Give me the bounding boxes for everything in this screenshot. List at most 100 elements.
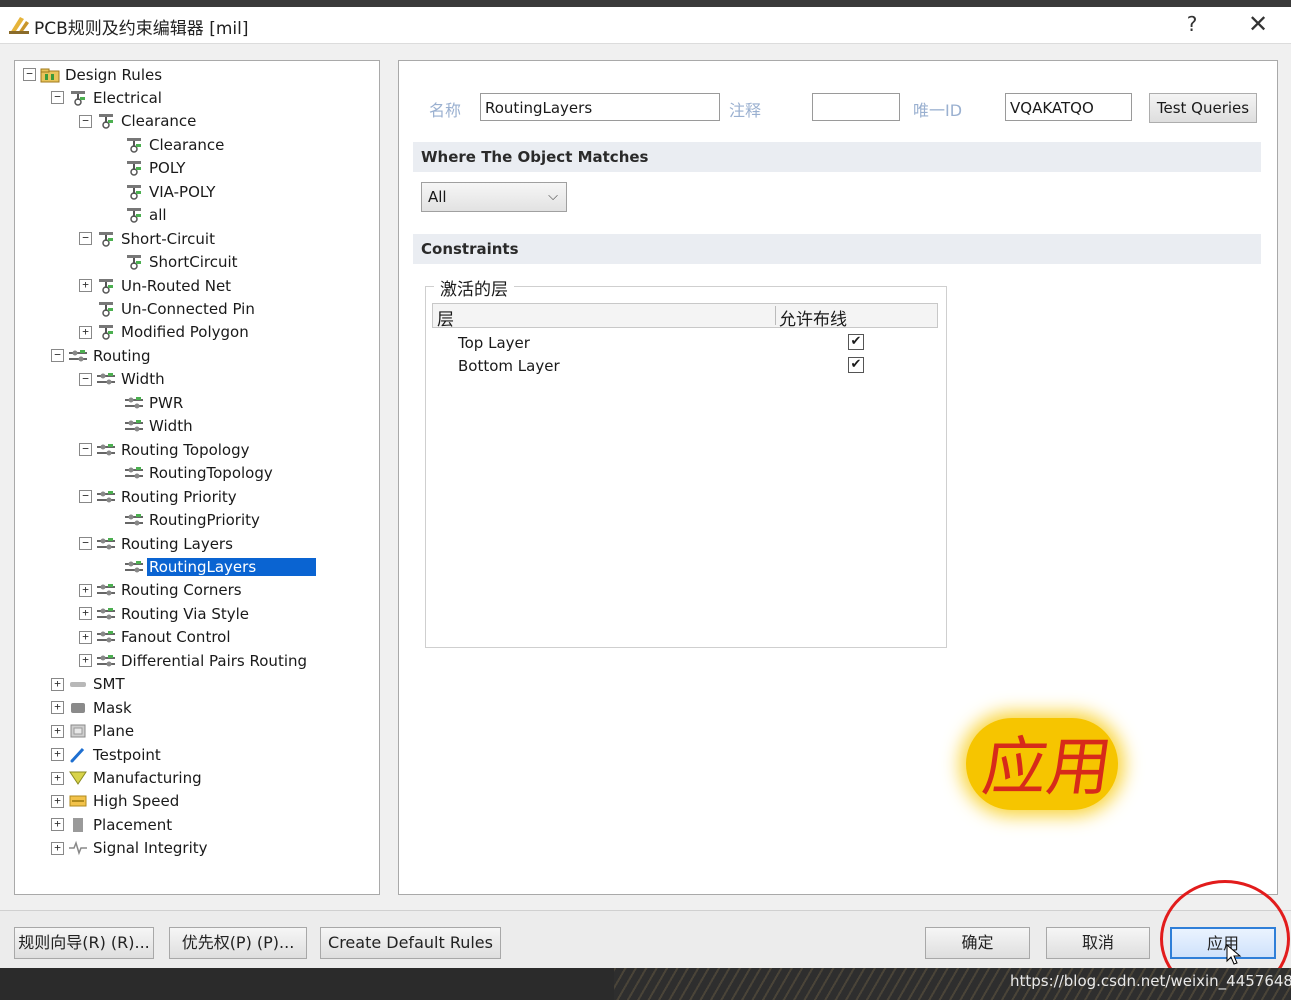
tree-node[interactable]: − Routing Priority xyxy=(79,485,239,507)
routing-icon xyxy=(124,512,144,528)
rule-wizard-button[interactable]: 规则向导(R) (R)... xyxy=(14,927,154,959)
tree-node-label: Electrical xyxy=(93,88,162,107)
collapse-icon[interactable]: − xyxy=(51,349,64,363)
collapse-icon[interactable]: − xyxy=(79,443,92,457)
tree-node[interactable]: PWR xyxy=(107,391,185,413)
unique-id-label: 唯一ID xyxy=(913,101,963,120)
tree-node-label: Un-Routed Net xyxy=(121,276,232,295)
expand-icon[interactable]: + xyxy=(51,724,64,738)
expand-icon[interactable]: + xyxy=(51,748,64,762)
expand-icon[interactable]: + xyxy=(79,654,92,668)
routing-icon xyxy=(96,536,116,552)
tree-node[interactable]: − Routing Topology xyxy=(79,438,252,460)
tree-node[interactable]: + SMT xyxy=(51,673,127,695)
close-button[interactable]: ✕ xyxy=(1238,9,1278,39)
tree-node[interactable]: RoutingLayers xyxy=(107,555,317,577)
tree-node[interactable]: − Clearance xyxy=(79,110,198,132)
expand-icon[interactable]: + xyxy=(51,794,64,808)
tree-node[interactable]: RoutingTopology xyxy=(107,462,275,484)
comment-input[interactable] xyxy=(812,93,900,121)
tree-node[interactable]: VIA-POLY xyxy=(107,180,217,202)
name-label: 名称 xyxy=(429,101,462,120)
expand-icon[interactable]: + xyxy=(51,841,64,855)
tree-node[interactable]: + Routing Via Style xyxy=(79,602,251,624)
tree-node[interactable]: Width xyxy=(107,415,195,437)
cancel-button[interactable]: 取消 xyxy=(1046,927,1150,959)
tree-node-label: Signal Integrity xyxy=(93,839,208,858)
tree-node[interactable]: + Fanout Control xyxy=(79,626,233,648)
tree-node[interactable]: RoutingPriority xyxy=(107,509,262,531)
tree-node[interactable]: + Differential Pairs Routing xyxy=(79,649,309,671)
collapse-icon[interactable]: − xyxy=(79,372,92,386)
tree-node[interactable]: − Width xyxy=(79,368,167,390)
allow-routing-checkbox[interactable]: ✔ xyxy=(848,334,864,350)
tree-node-label: Un-Connected Pin xyxy=(121,300,255,318)
allow-routing-checkbox[interactable]: ✔ xyxy=(848,357,864,373)
routing-icon xyxy=(96,606,116,622)
tree-node[interactable]: + Testpoint xyxy=(51,743,163,765)
tree-node[interactable]: all xyxy=(107,204,169,226)
plane-icon xyxy=(68,723,88,739)
collapse-icon[interactable]: − xyxy=(23,68,36,81)
where-combo[interactable]: All ⌵ xyxy=(421,182,567,212)
test-queries-button[interactable]: Test Queries xyxy=(1149,93,1257,123)
layer-name: Top Layer xyxy=(458,334,530,352)
collapse-icon[interactable]: − xyxy=(51,91,64,105)
tree-node[interactable]: − Design Rules xyxy=(23,63,164,85)
expand-icon[interactable]: + xyxy=(51,771,64,785)
tree-node[interactable]: Un-Connected Pin xyxy=(79,298,257,320)
tree-node[interactable]: + Modified Polygon xyxy=(79,321,251,343)
tree-node-label: all xyxy=(149,206,167,225)
tree-node[interactable]: ShortCircuit xyxy=(107,251,240,273)
column-allow-routing[interactable]: 允许布线 xyxy=(779,305,847,330)
comment-label: 注释 xyxy=(729,101,762,120)
tree-node-label: Clearance xyxy=(149,135,225,154)
unique-id-input[interactable]: VQAKATQO xyxy=(1005,93,1132,121)
tree-node[interactable]: + Manufacturing xyxy=(51,767,204,789)
expand-icon[interactable]: + xyxy=(79,279,92,293)
collapse-icon[interactable]: − xyxy=(79,232,92,246)
tree-node-label: Routing xyxy=(93,346,151,365)
expand-icon[interactable]: + xyxy=(51,677,64,691)
electrical-icon xyxy=(96,278,116,294)
tree-node[interactable]: − Routing xyxy=(51,344,153,366)
tree-node[interactable]: + Un-Routed Net xyxy=(79,274,233,296)
routing-icon xyxy=(96,442,116,458)
signal-icon xyxy=(68,840,88,856)
tree-node[interactable]: − Electrical xyxy=(51,86,164,108)
tree-node[interactable]: + Routing Corners xyxy=(79,579,244,601)
tree-node-label: Width xyxy=(121,370,165,389)
priorities-button[interactable]: 优先权(P) (P)... xyxy=(169,927,307,959)
constraints-section-header: Constraints xyxy=(413,234,1261,264)
tree-node[interactable]: − Short-Circuit xyxy=(79,227,217,249)
layers-grid-header: 层 允许布线 xyxy=(432,303,938,330)
expand-icon[interactable]: + xyxy=(79,583,92,597)
routing-icon xyxy=(124,418,144,434)
collapse-icon[interactable]: − xyxy=(79,114,92,128)
collapse-icon[interactable]: − xyxy=(79,490,92,504)
expand-icon[interactable]: + xyxy=(79,630,92,644)
tree-node-label: RoutingPriority xyxy=(149,511,260,530)
tree-node[interactable]: − Routing Layers xyxy=(79,532,235,554)
help-button[interactable]: ? xyxy=(1172,9,1212,39)
tree-node[interactable]: + Signal Integrity xyxy=(51,837,210,859)
ok-button[interactable]: 确定 xyxy=(925,927,1030,959)
column-layer[interactable]: 层 xyxy=(437,305,454,330)
name-input[interactable]: RoutingLayers xyxy=(480,93,720,121)
tree-node[interactable]: POLY xyxy=(107,157,187,179)
tree-node[interactable]: + Placement xyxy=(51,813,174,835)
expand-icon[interactable]: + xyxy=(51,701,64,715)
active-layers-title: 激活的层 xyxy=(434,275,514,300)
collapse-icon[interactable]: − xyxy=(79,537,92,550)
expand-icon[interactable]: + xyxy=(51,818,64,832)
create-default-rules-button[interactable]: Create Default Rules xyxy=(320,927,501,959)
tree-node[interactable]: + Mask xyxy=(51,696,134,718)
expand-icon[interactable]: + xyxy=(79,325,92,339)
tree-node[interactable]: Clearance xyxy=(107,133,226,155)
rule-tree[interactable]: − Design Rules − Electrical − Clearance Cleara… xyxy=(14,60,380,895)
folder-rules-icon xyxy=(40,67,60,83)
tree-node[interactable]: + High Speed xyxy=(51,790,181,812)
bottom-button-bar: 规则向导(R) (R)... 优先权(P) (P)... Create Defa… xyxy=(0,910,1291,969)
tree-node[interactable]: + Plane xyxy=(51,720,136,742)
expand-icon[interactable]: + xyxy=(79,607,92,621)
